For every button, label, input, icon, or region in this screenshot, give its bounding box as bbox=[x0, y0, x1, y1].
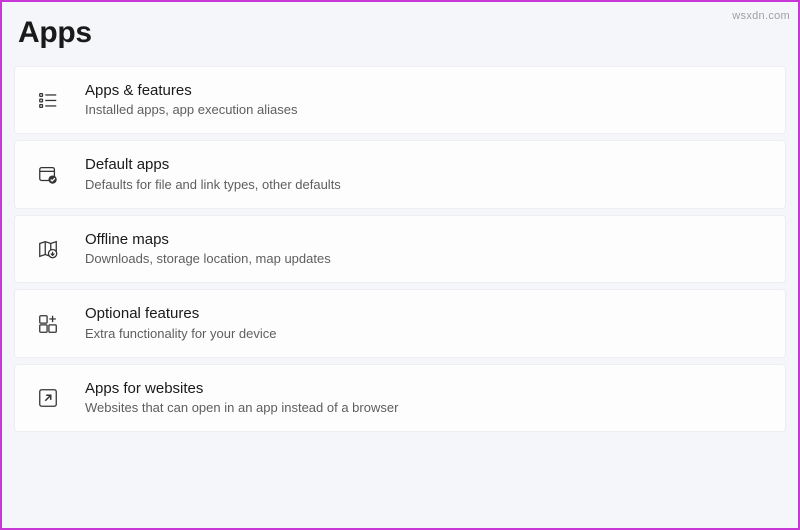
card-description: Downloads, storage location, map updates bbox=[85, 250, 769, 268]
card-description: Extra functionality for your device bbox=[85, 325, 769, 343]
card-title: Optional features bbox=[85, 304, 769, 324]
card-text: Default apps Defaults for file and link … bbox=[85, 155, 769, 193]
settings-list: Apps & features Installed apps, app exec… bbox=[2, 66, 798, 432]
apps-features-item[interactable]: Apps & features Installed apps, app exec… bbox=[14, 66, 786, 134]
card-description: Defaults for file and link types, other … bbox=[85, 176, 769, 194]
apps-websites-item[interactable]: Apps for websites Websites that can open… bbox=[14, 364, 786, 432]
card-description: Installed apps, app execution aliases bbox=[85, 101, 769, 119]
default-apps-icon bbox=[35, 162, 61, 188]
card-text: Apps for websites Websites that can open… bbox=[85, 379, 769, 417]
optional-features-icon bbox=[35, 311, 61, 337]
page-title: Apps bbox=[18, 16, 782, 50]
card-title: Default apps bbox=[85, 155, 769, 175]
offline-maps-item[interactable]: Offline maps Downloads, storage location… bbox=[14, 215, 786, 283]
page-header: Apps bbox=[2, 2, 798, 66]
card-title: Apps & features bbox=[85, 81, 769, 101]
card-title: Apps for websites bbox=[85, 379, 769, 399]
offline-maps-icon bbox=[35, 236, 61, 262]
card-text: Optional features Extra functionality fo… bbox=[85, 304, 769, 342]
default-apps-item[interactable]: Default apps Defaults for file and link … bbox=[14, 140, 786, 208]
card-text: Offline maps Downloads, storage location… bbox=[85, 230, 769, 268]
card-title: Offline maps bbox=[85, 230, 769, 250]
list-icon bbox=[35, 87, 61, 113]
optional-features-item[interactable]: Optional features Extra functionality fo… bbox=[14, 289, 786, 357]
watermark-text: wsxdn.com bbox=[732, 10, 790, 22]
apps-websites-icon bbox=[35, 385, 61, 411]
card-description: Websites that can open in an app instead… bbox=[85, 399, 769, 417]
card-text: Apps & features Installed apps, app exec… bbox=[85, 81, 769, 119]
